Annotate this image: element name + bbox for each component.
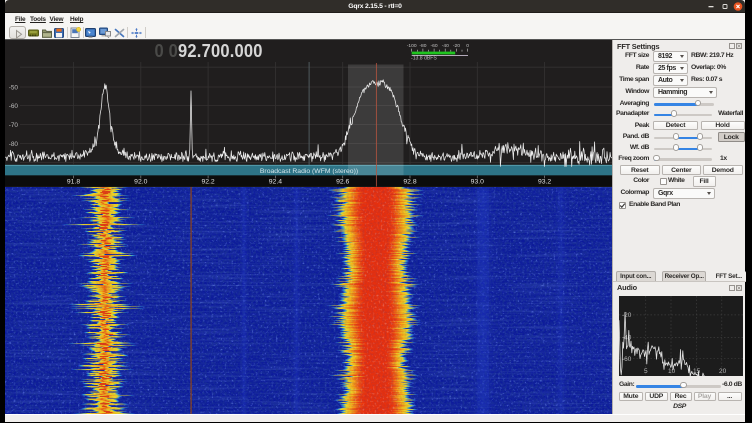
svg-text:-100: -100 [407,43,417,49]
svg-text:92.8: 92.8 [403,179,416,186]
svg-text:91.8: 91.8 [67,179,80,186]
svg-text:92.0: 92.0 [134,179,147,186]
svg-text:-80: -80 [9,141,19,148]
svg-text:93.2: 93.2 [538,179,551,186]
svg-text:92.4: 92.4 [269,179,282,186]
svg-text:92.2: 92.2 [201,179,214,186]
svg-text:0: 0 [466,43,469,49]
svg-text:-40: -40 [622,334,632,341]
svg-text:5: 5 [644,368,648,375]
svg-text:Broadcast Radio (WFM (stereo)): Broadcast Radio (WFM (stereo)) [260,168,358,175]
svg-text:20: 20 [718,368,726,375]
svg-text:-50: -50 [9,84,19,91]
svg-text:-60: -60 [9,103,19,110]
svg-text:-13.8 dBFS: -13.8 dBFS [411,56,437,62]
svg-text:-40: -40 [442,43,449,49]
svg-text:10: 10 [668,368,676,375]
svg-text:-70: -70 [9,122,19,129]
svg-text:92.6: 92.6 [336,179,349,186]
svg-text:-20: -20 [453,43,460,49]
svg-text:-80: -80 [419,43,426,49]
svg-text:93.0: 93.0 [471,179,484,186]
svg-text:-20: -20 [622,312,632,319]
svg-text:-60: -60 [622,356,632,363]
svg-text:-60: -60 [431,43,438,49]
